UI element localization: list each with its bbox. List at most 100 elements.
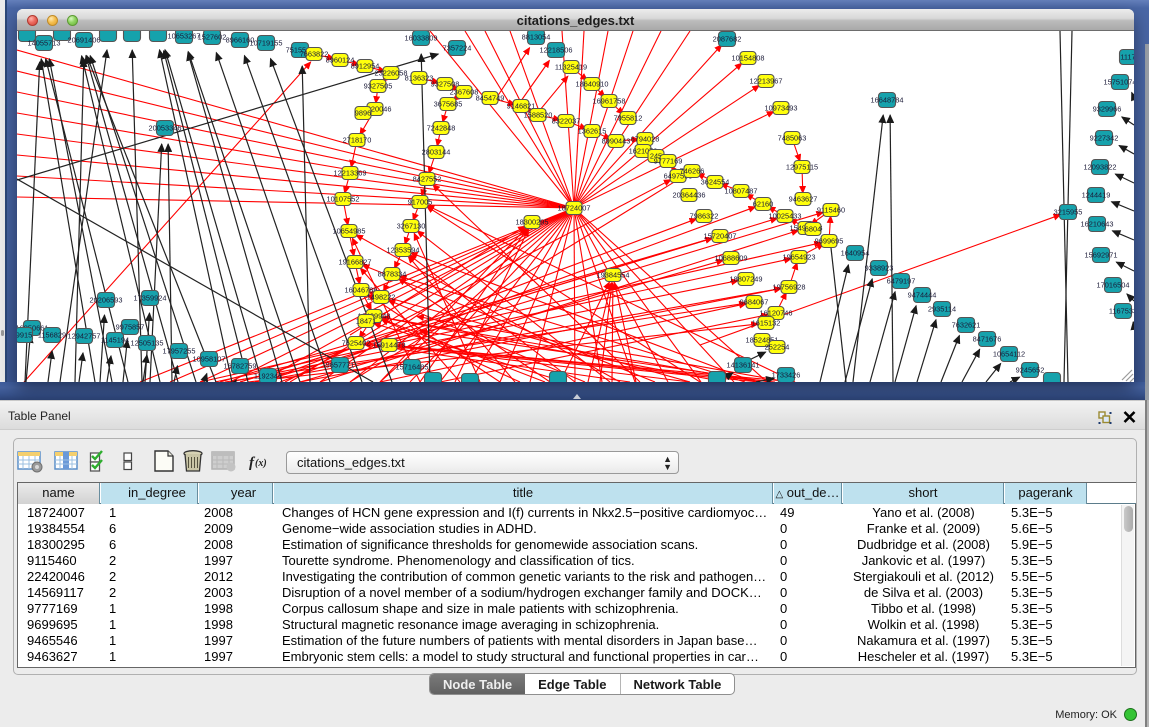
svg-text:9227342: 9227342 xyxy=(1090,133,1119,142)
svg-text:9463627: 9463627 xyxy=(789,194,818,203)
svg-text:17957255: 17957255 xyxy=(163,346,196,355)
svg-text:9474444: 9474444 xyxy=(908,290,937,299)
svg-text:1527602: 1527602 xyxy=(198,32,227,41)
svg-text:15751074: 15751074 xyxy=(1104,77,1134,86)
svg-text:10719155: 10719155 xyxy=(250,38,283,47)
svg-text:18640910: 18640910 xyxy=(576,79,609,88)
svg-text:10958107: 10958107 xyxy=(193,354,226,363)
svg-text:7632621: 7632621 xyxy=(952,320,981,329)
svg-text:8454749: 8454749 xyxy=(476,93,505,102)
svg-text:10025433: 10025433 xyxy=(769,211,802,220)
svg-text:1145194: 1145194 xyxy=(101,335,129,344)
svg-text:(x): (x) xyxy=(255,458,267,469)
svg-text:3215955: 3215955 xyxy=(1054,207,1083,216)
svg-text:8813054: 8813054 xyxy=(522,32,551,41)
svg-text:7485063: 7485063 xyxy=(778,133,807,142)
svg-text:8990443: 8990443 xyxy=(602,136,631,145)
svg-text:11325419: 11325419 xyxy=(555,62,587,71)
svg-text:12505135: 12505135 xyxy=(131,338,164,347)
svg-text:1615132: 1615132 xyxy=(752,318,781,327)
svg-text:20691406: 20691406 xyxy=(68,35,101,44)
svg-text:10654985: 10654985 xyxy=(333,226,366,235)
svg-text:19654923: 19654923 xyxy=(783,252,816,261)
svg-text:17359924: 17359924 xyxy=(134,293,167,302)
svg-text:1588520: 1588520 xyxy=(524,110,553,119)
svg-text:7986322: 7986322 xyxy=(690,211,719,220)
svg-text:2087682: 2087682 xyxy=(713,34,742,43)
svg-text:16648784: 16648784 xyxy=(871,95,904,104)
svg-text:10688609: 10688609 xyxy=(715,253,748,262)
svg-text:18724007: 18724007 xyxy=(558,203,591,212)
svg-text:9329966: 9329966 xyxy=(1093,104,1122,113)
svg-text:1640954: 1640954 xyxy=(841,248,870,257)
svg-text:20053346: 20053346 xyxy=(149,123,182,132)
svg-text:1156829: 1156829 xyxy=(38,330,66,339)
svg-text:12218506: 12218506 xyxy=(540,45,573,54)
svg-text:12942757: 12942757 xyxy=(68,331,101,340)
svg-text:7357224: 7357224 xyxy=(443,43,472,52)
svg-text:6794028: 6794028 xyxy=(631,134,660,143)
svg-text:6804: 6804 xyxy=(805,224,821,233)
svg-text:2367608: 2367608 xyxy=(450,87,479,96)
svg-text:18471: 18471 xyxy=(356,316,377,325)
svg-text:8322037: 8322037 xyxy=(552,116,581,125)
svg-text:20206593: 20206593 xyxy=(90,295,123,304)
svg-text:9657771: 9657771 xyxy=(326,360,355,369)
svg-text:2718170: 2718170 xyxy=(343,135,372,144)
svg-text:7663822: 7663822 xyxy=(300,49,329,58)
svg-text:252254: 252254 xyxy=(765,342,790,351)
svg-text:16961758: 16961758 xyxy=(593,96,626,105)
svg-text:12093822: 12093822 xyxy=(1084,162,1117,171)
svg-text:9915: 9915 xyxy=(17,330,32,339)
svg-text:10653267: 10653267 xyxy=(168,31,201,40)
svg-text:23226058: 23226058 xyxy=(375,68,408,77)
svg-text:12213369: 12213369 xyxy=(334,168,367,177)
svg-text:17016504: 17016504 xyxy=(1097,280,1130,289)
svg-text:9896: 9896 xyxy=(355,108,371,117)
svg-text:10107552: 10107552 xyxy=(327,194,360,203)
svg-text:19756928: 19756928 xyxy=(773,282,806,291)
svg-text:917005: 917005 xyxy=(408,197,433,206)
svg-text:3675685: 3675685 xyxy=(434,99,463,108)
svg-text:9777169: 9777169 xyxy=(654,156,683,165)
svg-text:1244419: 1244419 xyxy=(1082,190,1111,199)
svg-text:9327505: 9327505 xyxy=(364,81,393,90)
svg-text:10654112: 10654112 xyxy=(993,349,1025,358)
svg-text:8471676: 8471676 xyxy=(973,334,1002,343)
svg-text:9684067: 9684067 xyxy=(740,297,769,306)
svg-text:1167533: 1167533 xyxy=(1109,306,1134,315)
svg-text:2935114: 2935114 xyxy=(928,304,956,313)
svg-text:16782759: 16782759 xyxy=(224,361,257,370)
svg-text:18807249: 18807249 xyxy=(730,274,763,283)
svg-text:14136141: 14136141 xyxy=(727,360,760,369)
svg-text:9338923: 9338923 xyxy=(865,263,894,272)
svg-text:3267130: 3267130 xyxy=(397,221,426,230)
svg-text:16033809: 16033809 xyxy=(405,33,438,42)
svg-text:3624554: 3624554 xyxy=(701,177,730,186)
svg-text:12213967: 12213967 xyxy=(750,76,783,85)
svg-text:8427552: 8427552 xyxy=(413,174,442,183)
svg-text:12975115: 12975115 xyxy=(786,162,818,171)
svg-text:746266: 746266 xyxy=(680,166,705,175)
svg-text:7242848: 7242848 xyxy=(427,123,456,132)
svg-text:62160: 62160 xyxy=(753,199,774,208)
svg-text:12353594: 12353594 xyxy=(387,245,420,254)
svg-text:9115460: 9115460 xyxy=(817,205,845,214)
svg-text:15720407: 15720407 xyxy=(704,231,737,240)
svg-text:6479197: 6479197 xyxy=(887,276,916,285)
svg-text:9245652: 9245652 xyxy=(1016,365,1045,374)
svg-text:9699695: 9699695 xyxy=(815,236,844,245)
svg-text:7625402: 7625402 xyxy=(342,338,371,347)
svg-text:20364436: 20364436 xyxy=(673,190,706,199)
svg-text:16914479: 16914479 xyxy=(373,340,406,349)
svg-text:18300295: 18300295 xyxy=(516,217,549,226)
svg-text:10973493: 10973493 xyxy=(765,103,798,112)
svg-text:1362615: 1362615 xyxy=(578,126,607,135)
svg-text:16210643: 16210643 xyxy=(1081,219,1114,228)
svg-text:9975857: 9975857 xyxy=(116,322,145,331)
svg-text:1192346: 1192346 xyxy=(254,371,282,380)
svg-text:1117: 1117 xyxy=(1120,52,1134,61)
svg-text:1733426: 1733426 xyxy=(772,370,801,379)
svg-text:8136323: 8136323 xyxy=(405,73,434,82)
svg-text:19384554: 19384554 xyxy=(597,270,630,279)
